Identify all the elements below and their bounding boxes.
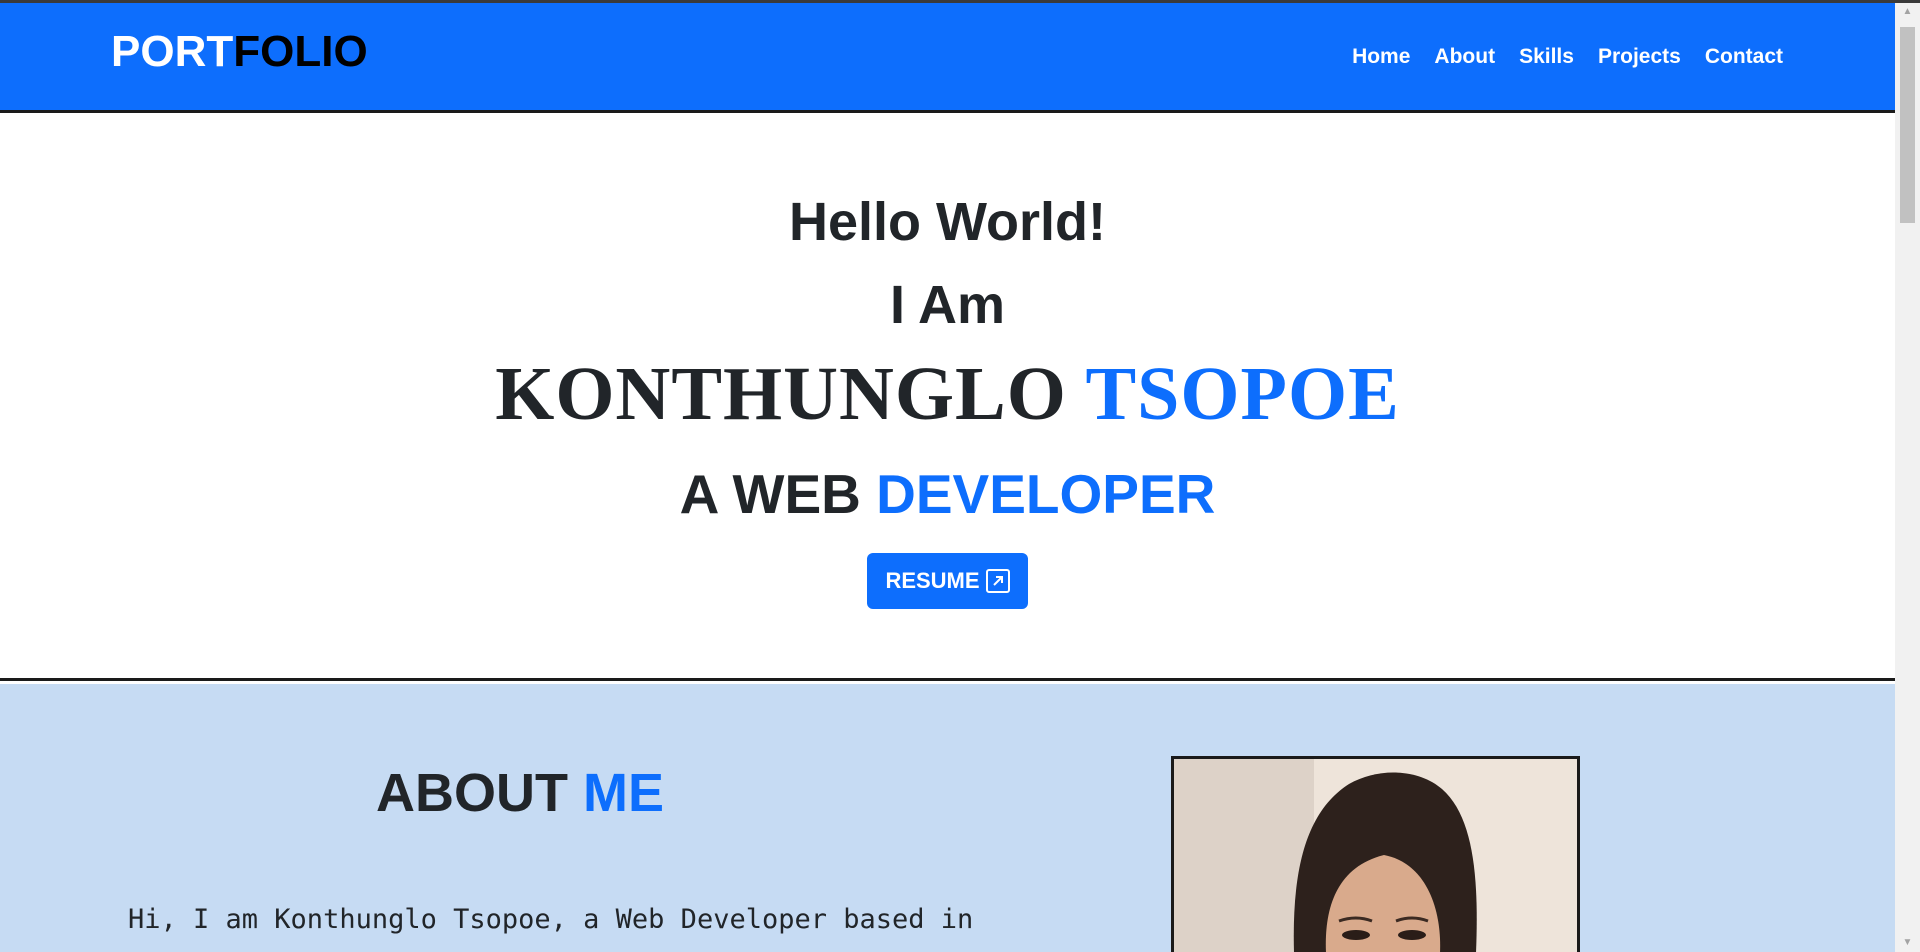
nav-link-skills[interactable]: Skills	[1519, 45, 1574, 69]
hero-role-highlight: DEVELOPER	[876, 463, 1216, 525]
about-title-highlight: ME	[583, 763, 664, 823]
about-section: ABOUT ME Hi, I am Konthunglo Tsopoe, a W…	[0, 684, 1895, 952]
nav-link-about[interactable]: About	[1434, 45, 1495, 69]
page-scrollbar[interactable]: ▲ ▼	[1895, 3, 1920, 952]
about-text: Hi, I am Konthunglo Tsopoe, a Web Develo…	[128, 904, 974, 935]
resume-label: RESUME	[885, 568, 980, 593]
about-title-main: ABOUT	[376, 763, 568, 823]
nav-link-home[interactable]: Home	[1352, 45, 1410, 69]
nav-link-contact[interactable]: Contact	[1705, 45, 1783, 69]
nav-link-projects[interactable]: Projects	[1598, 45, 1681, 69]
navbar: PORTFOLIO Home About Skills Projects Con…	[0, 3, 1895, 113]
hero-role: A WEB DEVELOPER	[0, 462, 1895, 526]
hero-section: Hello World! I Am KONTHUNGLO TSOPOE A WE…	[0, 113, 1895, 681]
hero-first-name: KONTHUNGLO	[495, 352, 1067, 436]
scrollbar-thumb[interactable]	[1900, 27, 1915, 223]
profile-photo	[1171, 756, 1580, 952]
hero-intro: I Am	[889, 275, 1005, 335]
resume-button[interactable]: RESUME	[867, 553, 1028, 609]
hero-greeting: Hello World!	[789, 192, 1106, 252]
nav-links: Home About Skills Projects Contact	[1352, 45, 1783, 69]
about-title: ABOUT ME	[0, 762, 1040, 824]
hero-role-prefix: A WEB	[679, 463, 861, 525]
hero-last-name: TSOPOE	[1085, 352, 1400, 436]
brand-part-2: FOLIO	[233, 27, 368, 76]
hero-name: KONTHUNGLO TSOPOE	[0, 351, 1895, 438]
triangle-down-icon[interactable]: ▼	[1895, 934, 1920, 952]
brand-logo[interactable]: PORTFOLIO	[111, 27, 368, 77]
brand-part-1: PORT	[111, 27, 234, 76]
triangle-up-icon[interactable]: ▲	[1895, 3, 1920, 21]
external-link-icon	[985, 569, 1010, 593]
